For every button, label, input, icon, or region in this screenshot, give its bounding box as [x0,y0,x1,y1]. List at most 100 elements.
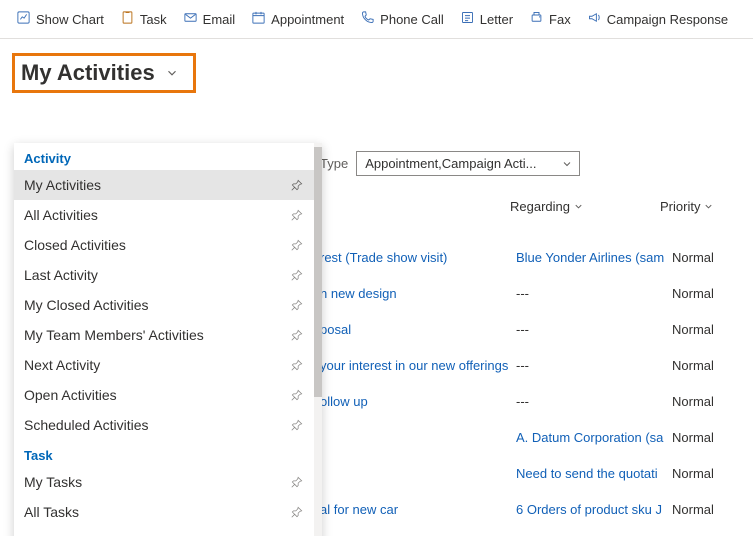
view-option[interactable]: Last Activity [14,260,314,290]
view-option[interactable]: My Activities [14,170,314,200]
view-group-header: Phone Call [14,527,314,536]
column-header-regarding[interactable]: Regarding [510,199,660,214]
cell-priority: Normal [672,502,742,517]
pin-icon[interactable] [290,418,304,432]
cell-subject[interactable]: al for new car [320,502,516,517]
view-option[interactable]: Closed Activities [14,230,314,260]
column-header-regarding-label: Regarding [510,199,570,214]
pin-icon[interactable] [290,328,304,342]
dropdown-scrollbar-track[interactable] [314,143,322,536]
view-option[interactable]: All Tasks [14,497,314,527]
toolbar-fax[interactable]: Fax [523,7,577,31]
toolbar-campaign-response[interactable]: Campaign Response [581,7,734,31]
view-title-area: My Activities [0,39,753,99]
view-option[interactable]: All Activities [14,200,314,230]
cell-regarding[interactable]: 6 Orders of product sku J [516,502,672,517]
view-option[interactable]: My Tasks [14,467,314,497]
toolbar-phone-call[interactable]: Phone Call [354,7,450,31]
chevron-down-icon [561,158,573,170]
column-header-subject[interactable] [320,199,510,214]
toolbar-label: Letter [480,12,513,27]
view-option[interactable]: Next Activity [14,350,314,380]
cell-priority: Normal [672,394,742,409]
pin-icon[interactable] [290,268,304,282]
toolbar-label: Campaign Response [607,12,728,27]
cell-subject[interactable]: your interest in our new offerings [320,358,516,373]
activity-type-filter-row: Type Appointment,Campaign Acti... [320,151,580,176]
view-option-label: My Team Members' Activities [24,327,204,343]
view-option[interactable]: Open Activities [14,380,314,410]
view-title-text: My Activities [21,60,165,86]
pin-icon[interactable] [290,178,304,192]
view-option-label: All Tasks [24,504,79,520]
command-bar: Show Chart Task Email Appointment Phone Call… [0,0,753,39]
toolbar-letter[interactable]: Letter [454,7,519,31]
task-icon [120,10,135,28]
pin-icon[interactable] [290,475,304,489]
pin-icon[interactable] [290,388,304,402]
chevron-down-icon [165,66,179,80]
pin-icon[interactable] [290,358,304,372]
pin-icon[interactable] [290,238,304,252]
cell-regarding: --- [516,322,672,337]
cell-regarding: --- [516,286,672,301]
column-header-priority[interactable]: Priority [660,199,714,214]
campaign-icon [587,10,602,28]
phone-icon [360,10,375,28]
fax-icon [529,10,544,28]
view-option[interactable]: My Closed Activities [14,290,314,320]
view-option-label: Scheduled Activities [24,417,149,433]
pin-icon[interactable] [290,505,304,519]
toolbar-label: Phone Call [380,12,444,27]
cell-priority: Normal [672,466,742,481]
cell-regarding: --- [516,358,672,373]
toolbar-label: Show Chart [36,12,104,27]
toolbar-label: Fax [549,12,571,27]
toolbar-email[interactable]: Email [177,7,242,31]
toolbar-appointment[interactable]: Appointment [245,7,350,31]
toolbar-show-chart[interactable]: Show Chart [10,7,110,31]
pin-icon[interactable] [290,298,304,312]
letter-icon [460,10,475,28]
chevron-down-icon [703,201,714,212]
email-icon [183,10,198,28]
toolbar-label: Email [203,12,236,27]
dropdown-scrollbar-thumb[interactable] [314,147,322,397]
view-option-label: My Closed Activities [24,297,148,313]
activity-type-value: Appointment,Campaign Acti... [365,156,536,171]
view-option-label: Last Activity [24,267,98,283]
cell-subject[interactable]: posal [320,322,516,337]
view-option[interactable]: My Team Members' Activities [14,320,314,350]
cell-priority: Normal [672,322,742,337]
view-selector[interactable]: My Activities [12,53,196,93]
view-option-label: Open Activities [24,387,117,403]
view-option-label: All Activities [24,207,98,223]
calendar-icon [251,10,266,28]
cell-priority: Normal [672,358,742,373]
activity-type-label: Type [320,156,348,171]
cell-subject[interactable]: n new design [320,286,516,301]
pin-icon[interactable] [290,208,304,222]
cell-subject[interactable]: rest (Trade show visit) [320,250,516,265]
view-selector-dropdown: ActivityMy Activities All Activities Close… [14,143,322,536]
view-option-label: Next Activity [24,357,100,373]
chevron-down-icon [573,201,584,212]
cell-priority: Normal [672,430,742,445]
toolbar-label: Task [140,12,167,27]
view-dropdown-body: ActivityMy Activities All Activities Close… [14,143,314,536]
view-group-header: Task [14,440,314,467]
cell-regarding[interactable]: Blue Yonder Airlines (sam [516,250,672,265]
toolbar-task[interactable]: Task [114,7,173,31]
toolbar-label: Appointment [271,12,344,27]
column-header-priority-label: Priority [660,199,700,214]
activity-type-select[interactable]: Appointment,Campaign Acti... [356,151,580,176]
cell-subject[interactable]: ollow up [320,394,516,409]
cell-regarding[interactable]: Need to send the quotati [516,466,672,481]
cell-regarding: --- [516,394,672,409]
view-group-header: Activity [14,143,314,170]
view-option-label: My Tasks [24,474,82,490]
view-option[interactable]: Scheduled Activities [14,410,314,440]
chart-icon [16,10,31,28]
cell-priority: Normal [672,286,742,301]
cell-regarding[interactable]: A. Datum Corporation (sa [516,430,672,445]
